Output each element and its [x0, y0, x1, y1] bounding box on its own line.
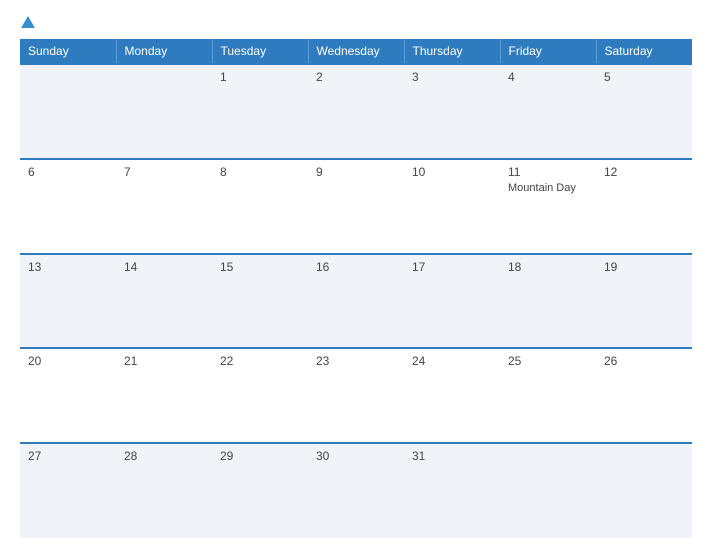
calendar-header-row: SundayMondayTuesdayWednesdayThursdayFrid… — [20, 39, 692, 64]
day-number: 23 — [316, 354, 329, 368]
day-number: 27 — [28, 449, 41, 463]
calendar-cell: 23 — [308, 348, 404, 443]
calendar-cell: 10 — [404, 159, 500, 254]
calendar-cell: 7 — [116, 159, 212, 254]
calendar-cell: 14 — [116, 254, 212, 349]
calendar-cell: 17 — [404, 254, 500, 349]
calendar-cell: 16 — [308, 254, 404, 349]
calendar-cell: 2 — [308, 64, 404, 159]
calendar-cell: 9 — [308, 159, 404, 254]
day-number: 4 — [508, 70, 515, 84]
calendar-week-1: 1 2 3 4 5 — [20, 64, 692, 159]
day-number: 20 — [28, 354, 41, 368]
calendar-cell: 22 — [212, 348, 308, 443]
day-number: 19 — [604, 260, 617, 274]
calendar-cell: 15 — [212, 254, 308, 349]
weekday-header-friday: Friday — [500, 39, 596, 64]
day-number: 31 — [412, 449, 425, 463]
holiday-label: Mountain Day — [508, 182, 588, 194]
calendar-cell: 5 — [596, 64, 692, 159]
weekday-header-thursday: Thursday — [404, 39, 500, 64]
day-number: 11 — [508, 165, 520, 179]
day-number: 1 — [220, 70, 227, 84]
calendar-week-2: 6 7 8 9 10 11 Mountain Day 12 — [20, 159, 692, 254]
calendar-cell: 11 Mountain Day — [500, 159, 596, 254]
day-number: 28 — [124, 449, 137, 463]
calendar-cell: 27 — [20, 443, 116, 538]
calendar-cell: 29 — [212, 443, 308, 538]
day-number: 3 — [412, 70, 419, 84]
day-number: 24 — [412, 354, 425, 368]
day-number: 15 — [220, 260, 233, 274]
day-number: 2 — [316, 70, 323, 84]
day-number: 26 — [604, 354, 617, 368]
day-number: 7 — [124, 165, 131, 179]
calendar-cell: 4 — [500, 64, 596, 159]
day-number: 30 — [316, 449, 329, 463]
calendar-cell: 21 — [116, 348, 212, 443]
calendar-cell: 19 — [596, 254, 692, 349]
day-number: 9 — [316, 165, 323, 179]
day-number: 16 — [316, 260, 329, 274]
calendar-week-4: 20 21 22 23 24 25 26 — [20, 348, 692, 443]
day-number: 22 — [220, 354, 233, 368]
calendar-cell: 25 — [500, 348, 596, 443]
calendar-cell: 31 — [404, 443, 500, 538]
calendar-header — [20, 16, 692, 29]
weekday-header-saturday: Saturday — [596, 39, 692, 64]
day-number: 10 — [412, 165, 425, 179]
day-number: 18 — [508, 260, 521, 274]
calendar-cell: 24 — [404, 348, 500, 443]
calendar-cell: 30 — [308, 443, 404, 538]
day-number: 6 — [28, 165, 35, 179]
calendar-cell: 26 — [596, 348, 692, 443]
calendar-cell: 8 — [212, 159, 308, 254]
calendar-week-5: 27 28 29 30 31 — [20, 443, 692, 538]
calendar-table: SundayMondayTuesdayWednesdayThursdayFrid… — [20, 39, 692, 538]
calendar-cell: 12 — [596, 159, 692, 254]
day-number: 17 — [412, 260, 425, 274]
calendar-cell: 28 — [116, 443, 212, 538]
logo — [20, 16, 35, 29]
day-number: 21 — [124, 354, 137, 368]
day-number: 13 — [28, 260, 41, 274]
calendar-page: SundayMondayTuesdayWednesdayThursdayFrid… — [0, 0, 712, 550]
calendar-cell — [596, 443, 692, 538]
day-number: 8 — [220, 165, 227, 179]
weekday-header-monday: Monday — [116, 39, 212, 64]
day-number: 5 — [604, 70, 611, 84]
calendar-week-3: 13 14 15 16 17 18 19 — [20, 254, 692, 349]
calendar-cell — [20, 64, 116, 159]
calendar-cell: 18 — [500, 254, 596, 349]
calendar-cell: 13 — [20, 254, 116, 349]
calendar-cell — [500, 443, 596, 538]
day-number: 25 — [508, 354, 521, 368]
day-number: 29 — [220, 449, 233, 463]
day-number: 12 — [604, 165, 617, 179]
weekday-header-wednesday: Wednesday — [308, 39, 404, 64]
weekday-header-tuesday: Tuesday — [212, 39, 308, 64]
weekday-header-sunday: Sunday — [20, 39, 116, 64]
calendar-cell: 3 — [404, 64, 500, 159]
calendar-cell: 6 — [20, 159, 116, 254]
calendar-cell — [116, 64, 212, 159]
calendar-cell: 1 — [212, 64, 308, 159]
logo-triangle-icon — [21, 16, 35, 28]
calendar-cell: 20 — [20, 348, 116, 443]
day-number: 14 — [124, 260, 137, 274]
